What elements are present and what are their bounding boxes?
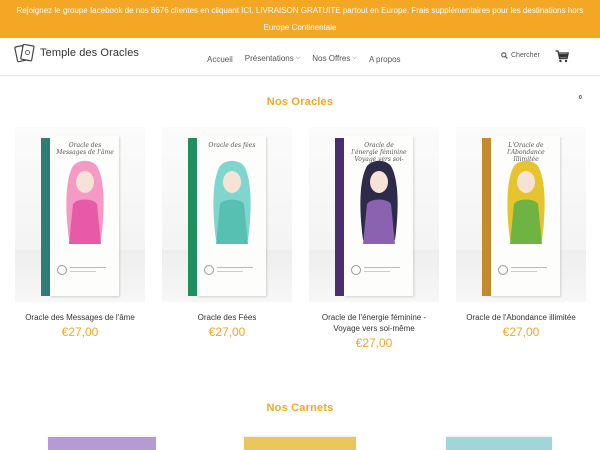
oracle-cover-illustration: [507, 160, 545, 244]
product-card[interactable]: L'Oracle de l'Abondance Illimitée Oracle…: [456, 127, 586, 339]
product-card[interactable]: Oracle des Messages de l'âme Oracle des …: [15, 127, 145, 339]
product-image[interactable]: Oracle de l'énergie féminine Voyage vers…: [309, 127, 439, 302]
main-nav: Accueil Présentations ⌵ Nos Offres ⌵ A p…: [207, 52, 413, 65]
oracle-cover-illustration: [213, 160, 251, 244]
oracle-cover-illustration: [66, 160, 104, 244]
oracle-box-spine: [482, 138, 491, 296]
announcement-line-2: Europe Continentale: [263, 23, 337, 32]
product-image[interactable]: L'Oracle de l'Abondance Illimitée: [456, 127, 586, 302]
product-price: €27,00: [61, 325, 99, 339]
chevron-down-icon: ⌵: [295, 54, 301, 61]
product-price: €27,00: [208, 325, 246, 339]
cards-logo-icon: [14, 42, 36, 64]
publisher-seal-icon: [57, 265, 67, 275]
publisher-seal-icon: [204, 265, 214, 275]
publisher-seal-icon: [498, 265, 508, 275]
cover-fine-print: [70, 271, 96, 272]
oracle-box-cover-title: Oracle des Messages de l'âme: [56, 142, 114, 156]
section-title-carnets: Nos Carnets: [266, 402, 334, 414]
cart-icon: [555, 50, 570, 63]
search-button[interactable]: Chercher: [501, 52, 540, 59]
announcement-line-1[interactable]: Rejoignez le groupe facebook de nos 8676…: [0, 2, 600, 19]
announcement-bar[interactable]: Rejoignez le groupe facebook de nos 8676…: [0, 0, 600, 38]
oracle-box-cover-title: Oracle des fées: [208, 142, 256, 149]
chevron-down-icon: ⌵: [352, 54, 357, 61]
product-name[interactable]: Oracle de l'énergie féminine - Voyage ve…: [309, 312, 439, 334]
cart-button[interactable]: [555, 50, 570, 68]
oracle-box: Oracle de l'énergie féminine Voyage vers…: [335, 136, 413, 298]
cover-fine-print: [364, 271, 390, 272]
oracle-box-front: Oracle de l'énergie féminine Voyage vers…: [344, 136, 413, 296]
section-title-oracles: Nos Oracles: [266, 96, 334, 108]
nav-apropos[interactable]: A propos: [369, 55, 401, 64]
oracle-box-spine: [188, 138, 197, 296]
oracle-box: Oracle des fées: [188, 136, 266, 298]
cover-fine-print: [511, 271, 537, 272]
cover-fine-print: [364, 267, 400, 268]
oracle-box-front: Oracle des Messages de l'âme: [50, 136, 119, 296]
site-logo[interactable]: Temple des Oracles: [14, 42, 139, 64]
logo-text: Temple des Oracles: [40, 47, 140, 59]
publisher-seal-icon: [351, 265, 361, 275]
product-price: €27,00: [502, 325, 540, 339]
product-name[interactable]: Oracle des Fées: [162, 312, 292, 323]
product-card[interactable]: Oracle des fées Oracle des Fées €27,00: [162, 127, 292, 339]
search-label: Chercher: [511, 52, 540, 59]
nav-presentations-label: Présentations: [244, 53, 294, 63]
product-card[interactable]: Oracle de l'énergie féminine Voyage vers…: [309, 127, 439, 350]
oracle-box-front: Oracle des fées: [197, 136, 266, 296]
carnet-image[interactable]: [446, 437, 552, 450]
product-name[interactable]: Oracle des Messages de l'âme: [15, 312, 145, 323]
product-image[interactable]: Oracle des fées: [162, 127, 292, 302]
search-icon: [501, 52, 508, 59]
nav-offres-label: Nos Offres: [312, 53, 351, 63]
nav-apropos-label: A propos: [368, 55, 401, 64]
oracle-cover-illustration: [360, 160, 398, 244]
nav-accueil[interactable]: Accueil: [207, 55, 233, 64]
oracle-box: L'Oracle de l'Abondance Illimitée: [482, 136, 560, 298]
cover-fine-print: [217, 271, 243, 272]
product-image[interactable]: Oracle des Messages de l'âme: [15, 127, 145, 302]
cover-fine-print: [70, 267, 106, 268]
carnet-image[interactable]: [244, 437, 356, 450]
product-name[interactable]: Oracle de l'Abondance illimitée: [456, 312, 586, 323]
nav-offres[interactable]: Nos Offres ⌵: [312, 52, 357, 64]
oracle-box: Oracle des Messages de l'âme: [41, 136, 119, 298]
site-header: Temple des Oracles Accueil Présentations…: [0, 38, 600, 76]
oracle-box-spine: [335, 138, 344, 296]
oracle-box-spine: [41, 138, 50, 296]
nav-accueil-label: Accueil: [207, 55, 233, 64]
product-price: €27,00: [355, 336, 393, 350]
cover-fine-print: [217, 267, 253, 268]
nav-presentations[interactable]: Présentations ⌵: [245, 52, 300, 64]
carnet-image[interactable]: [48, 437, 156, 450]
cover-fine-print: [511, 267, 547, 268]
oracle-box-front: L'Oracle de l'Abondance Illimitée: [491, 136, 560, 296]
